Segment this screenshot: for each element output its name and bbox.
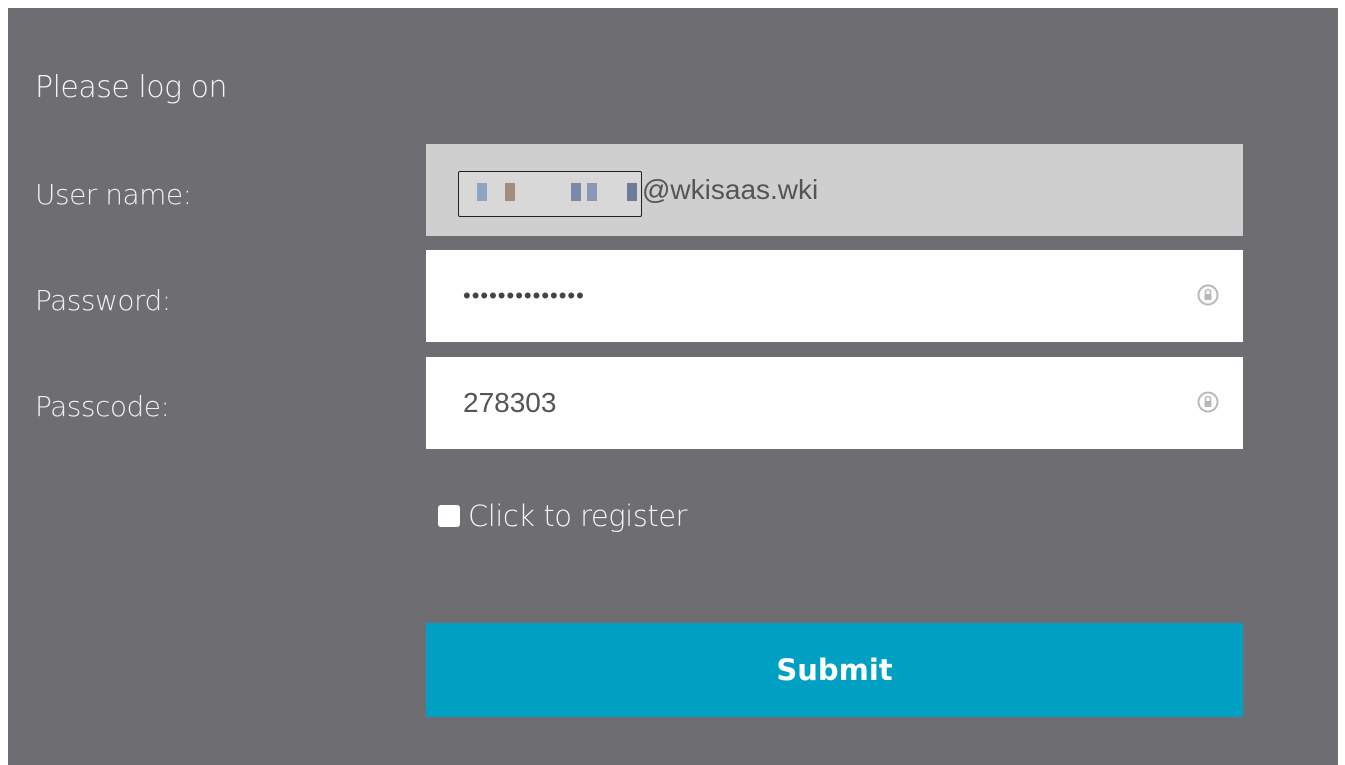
password-field[interactable]: •••••••••••••• [426,250,1243,342]
register-label[interactable]: Click to register [468,499,687,533]
register-option[interactable]: Click to register [438,496,687,536]
password-value: •••••••••••••• [463,283,585,308]
page-title: Please log on [35,70,228,105]
password-reveal-icon[interactable] [1195,282,1221,308]
passcode-value: 278303 [463,387,557,418]
username-field[interactable]: @wkisaas.wki [426,144,1243,236]
username-domain: @wkisaas.wki [642,174,819,205]
username-label: User name: [35,178,192,211]
submit-button[interactable]: Submit [426,623,1243,717]
redacted-username [458,171,642,217]
passcode-field[interactable]: 278303 [426,357,1243,449]
logon-panel: Please log on User name: @wkisaas.wki Pa… [8,8,1338,765]
passcode-reveal-icon[interactable] [1195,389,1221,415]
register-checkbox[interactable] [438,505,460,527]
password-label: Password: [35,284,171,317]
passcode-label: Passcode: [35,390,170,423]
